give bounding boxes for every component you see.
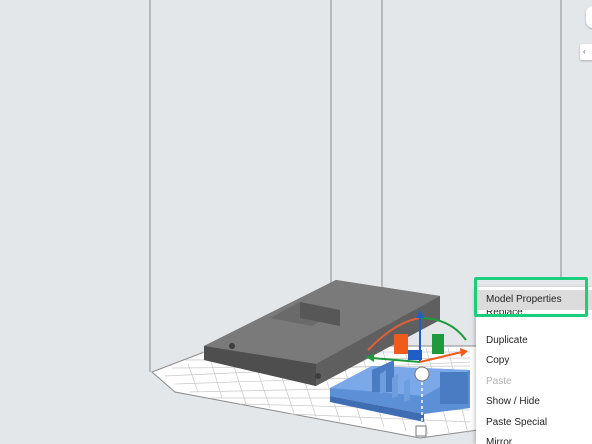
menu-item-show-hide[interactable]: Show / Hide [476, 392, 592, 412]
menu-item-paste: Paste [486, 376, 512, 387]
menu-item-paste-special[interactable]: Paste Special [476, 413, 592, 433]
view-cube-button[interactable] [586, 6, 592, 28]
xy-plane-handle[interactable] [408, 350, 422, 360]
panel-toggle-button[interactable]: ‹ [580, 44, 592, 60]
xz-plane-handle[interactable] [394, 334, 408, 354]
gizmo-center-handle[interactable] [414, 366, 430, 382]
highlight-outline [474, 277, 588, 317]
floor-anchor-handle[interactable] [415, 425, 427, 437]
chevron-left-icon: ‹ [583, 47, 586, 56]
yz-plane-handle[interactable] [432, 334, 444, 354]
menu-item-mirror[interactable]: Mirror [476, 433, 592, 444]
menu-item-copy[interactable]: Copy [476, 351, 592, 371]
menu-item-duplicate[interactable]: Duplicate [476, 331, 592, 351]
